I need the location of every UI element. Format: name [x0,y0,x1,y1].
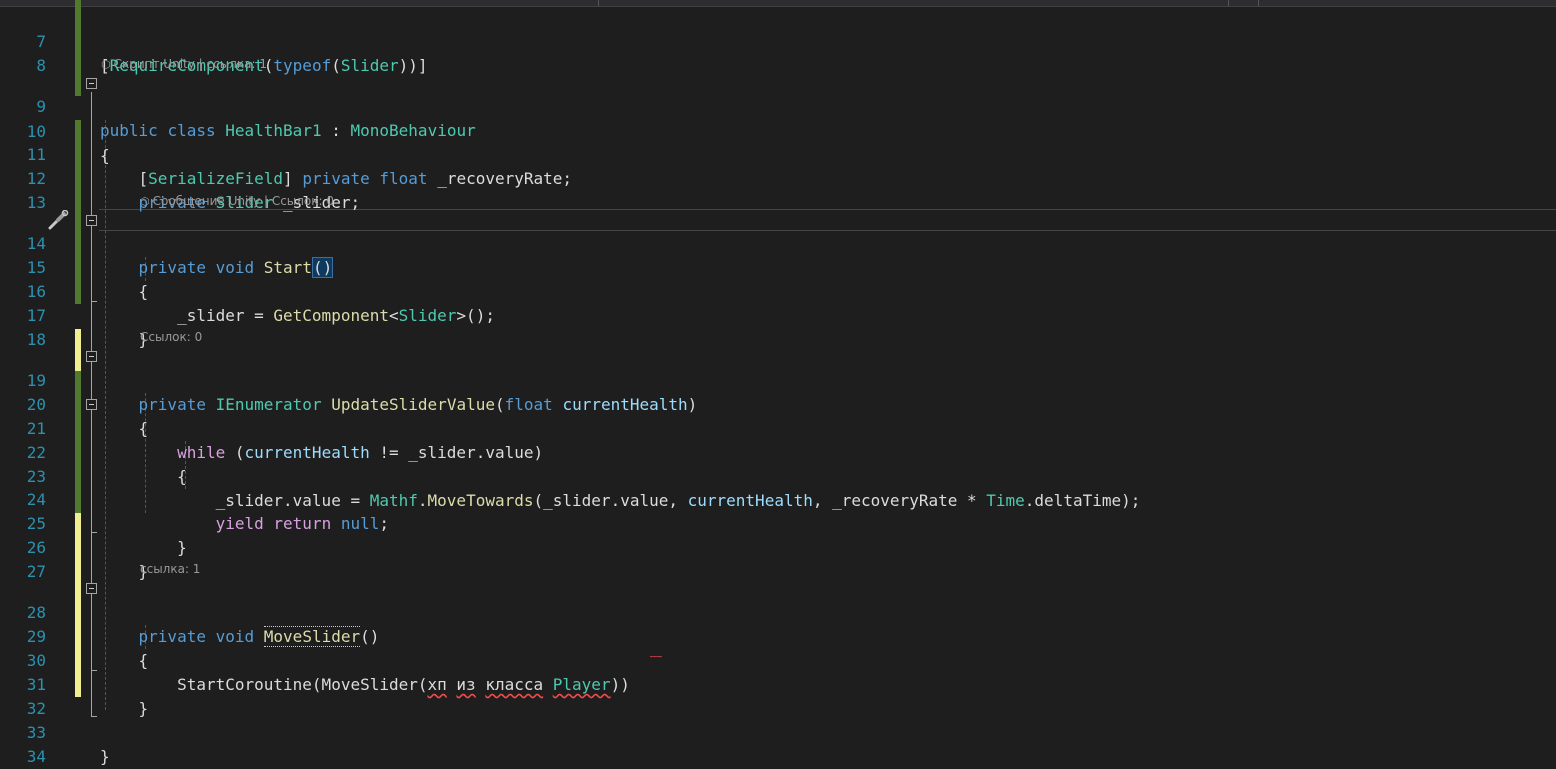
unity-cube-icon: ⬡ [140,195,150,208]
code-line[interactable]: 11 [SerializeField] private float _recov… [0,119,1556,188]
code-line[interactable]: 24 yield return null; [0,464,1556,533]
code-line[interactable]: 29 { [0,601,1556,670]
code-line[interactable]: 14 private void Start() [0,208,1556,278]
codelens-references[interactable]: Ссылок: 0 [272,194,334,208]
code-line[interactable]: 17 } [0,280,1556,349]
code-line[interactable]: 32 [0,673,1556,718]
code-line[interactable]: 12 private Slider _slider; [0,143,1556,212]
code-line[interactable]: 19 private IEnumerator UpdateSliderValue… [0,345,1556,414]
code-line[interactable]: 9 public class HealthBar1 : MonoBehaviou… [0,71,1556,140]
code-line[interactable]: 31 } [0,649,1556,718]
code-line[interactable]: 15 { [0,232,1556,301]
code-line[interactable]: 13 [0,167,1556,212]
line-number: 34 [26,747,46,766]
code-line[interactable]: 30 StartCoroutine(MoveSlider(хп из класс… [0,625,1556,694]
code-line[interactable]: 33 } [0,697,1556,766]
code-line[interactable]: 20 { [0,369,1556,438]
unity-cube-icon: ⬡ [101,58,111,71]
code-line[interactable]: 18 [0,304,1556,349]
code-line[interactable]: 8 [0,30,1556,75]
code-line[interactable]: 10 { [0,96,1556,165]
codelens-move[interactable]: ссылка: 1 [140,560,200,578]
code-line[interactable]: 28 private void MoveSlider() [0,577,1556,647]
code-line[interactable]: 26 } [0,512,1556,581]
codelens-references[interactable]: ссылка: 1 [207,57,267,71]
code-line[interactable]: 23 _slider.value = Mathf.MoveTowards(_sl… [0,441,1556,510]
codelens-label[interactable]: Сообщение Unity [153,194,261,208]
code-line[interactable]: 27 [0,536,1556,581]
codelens-update[interactable]: Ссылок: 0 [140,328,202,346]
codelens-references[interactable]: ссылка: 1 [140,562,200,576]
code-line[interactable]: 22 { [0,417,1556,486]
code-text: } [100,747,110,766]
code-line[interactable]: 7 [RequireComponent(typeof(Slider))] [0,6,1556,75]
code-line[interactable]: 34 [0,721,1556,766]
code-line[interactable]: 16 _slider = GetComponent<Slider>(); [0,256,1556,325]
code-line[interactable]: 21 while (currentHealth != _slider.value… [0,393,1556,462]
codelens-label[interactable]: Скрипт Unity [114,57,195,71]
codelens-references[interactable]: Ссылок: 0 [140,330,202,344]
code-line[interactable]: 25 } [0,488,1556,557]
